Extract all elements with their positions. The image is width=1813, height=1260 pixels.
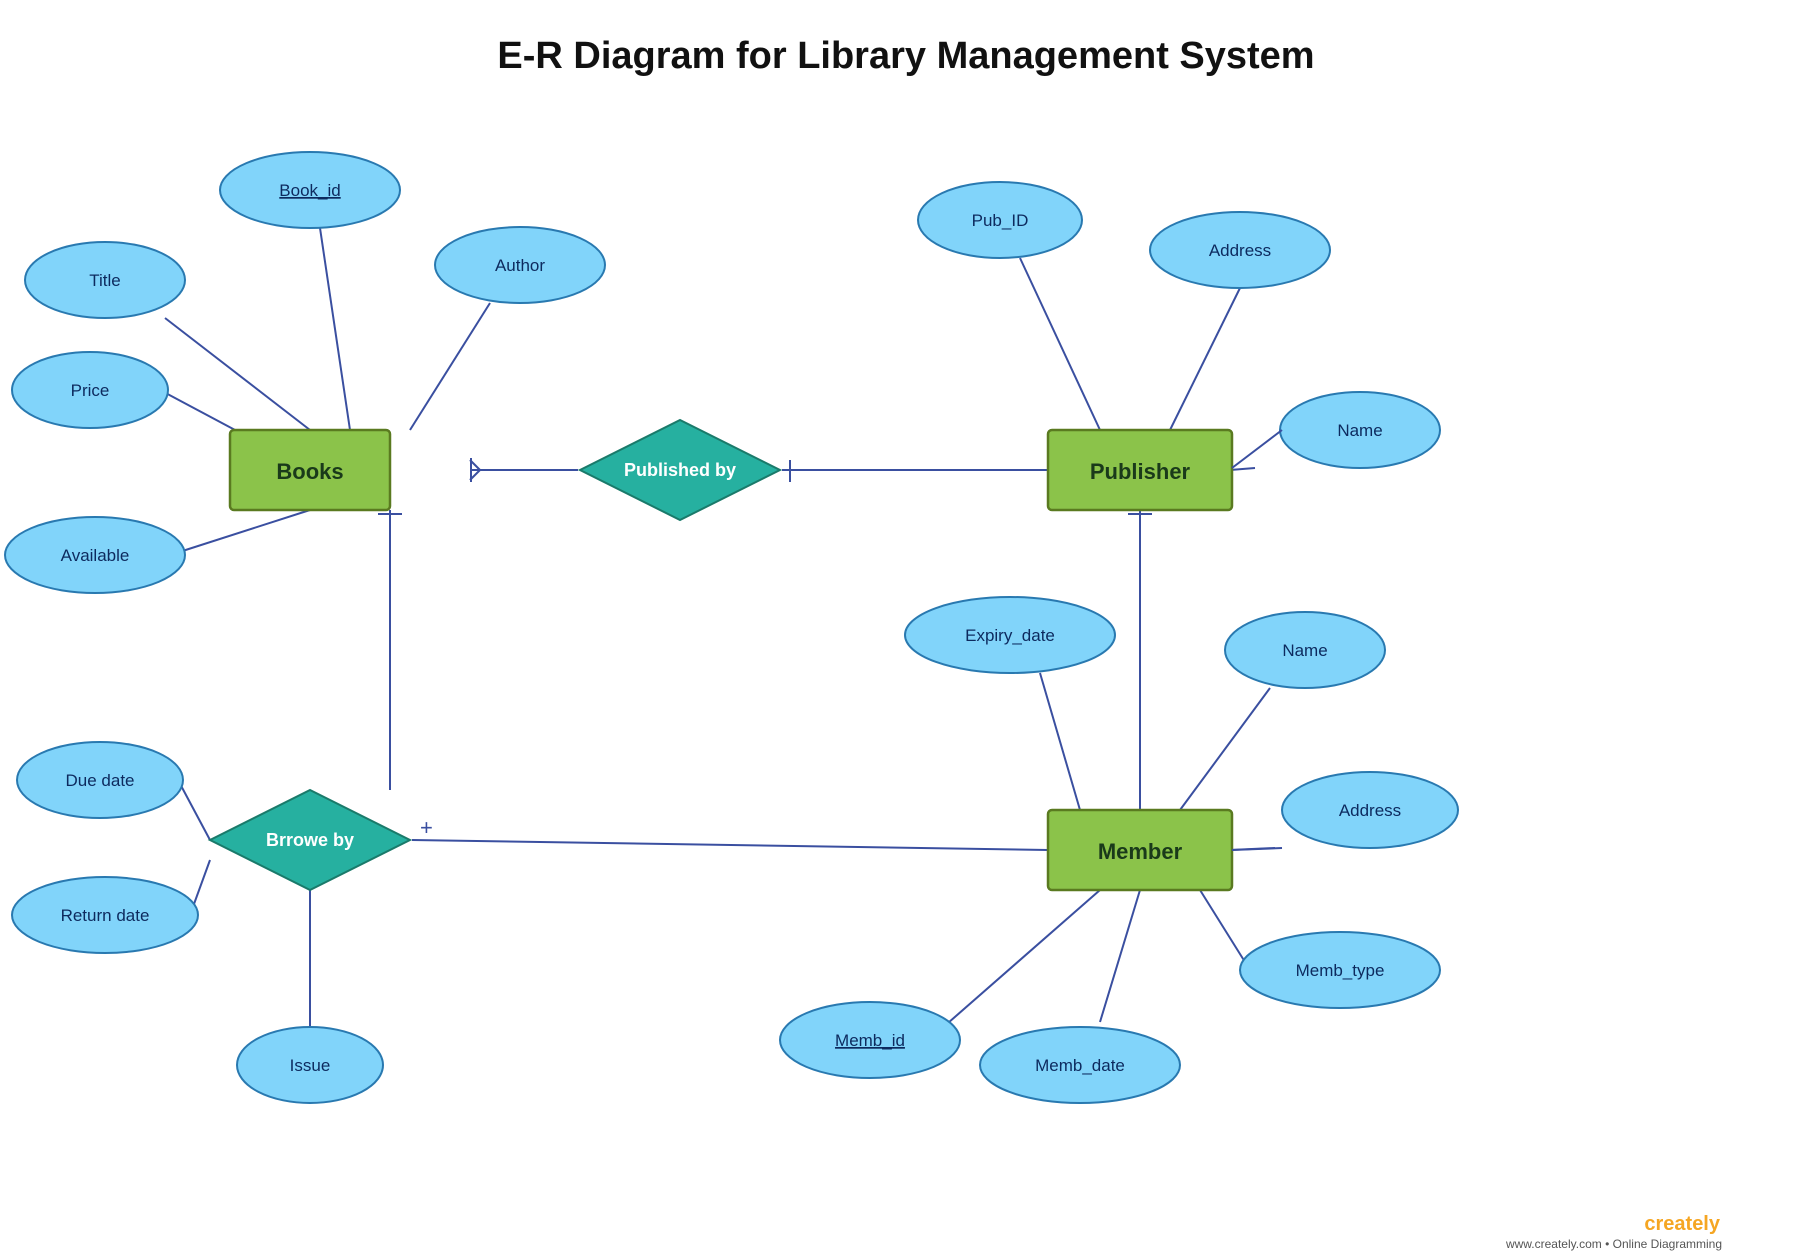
conn-books-bookid	[320, 228, 350, 430]
attr-pub-id-label: Pub_ID	[972, 211, 1029, 230]
entity-publisher-label: Publisher	[1090, 459, 1191, 484]
attr-mem-name-label: Name	[1282, 641, 1327, 660]
conn-mem-name	[1180, 688, 1270, 810]
entity-member-label: Member	[1098, 839, 1183, 864]
conn-pub-address	[1170, 288, 1240, 430]
watermark-creately: creately	[1644, 1213, 1720, 1235]
attr-return-date-label: Return date	[61, 906, 150, 925]
attr-mem-address-label: Address	[1339, 801, 1401, 820]
attr-author-label: Author	[495, 256, 545, 275]
plus-brrowe: +	[420, 815, 433, 840]
attr-due-date-label: Due date	[66, 771, 135, 790]
attr-memb-type-label: Memb_type	[1296, 961, 1385, 980]
attr-available-label: Available	[61, 546, 130, 565]
attr-memb-date-label: Memb_date	[1035, 1056, 1125, 1075]
diagram-title: E-R Diagram for Library Management Syste…	[497, 35, 1314, 77]
attr-pub-address-label: Address	[1209, 241, 1271, 260]
conn-pub-name	[1230, 468, 1255, 470]
attr-title-label: Title	[89, 271, 121, 290]
conn-mem-expiry	[1040, 673, 1080, 810]
relation-brrowe-by-label: Brrowe by	[266, 830, 354, 850]
attr-expiry-date-label: Expiry_date	[965, 626, 1055, 645]
attr-pub-name-label: Name	[1337, 421, 1382, 440]
conn-books-title	[165, 318, 310, 430]
conn-pub-pubid	[1020, 258, 1100, 430]
entity-books-label: Books	[276, 459, 343, 484]
conn-mem-membdate	[1100, 890, 1140, 1022]
attr-memb-id-label: Memb_id	[835, 1031, 905, 1050]
relation-published-by-label: Published by	[624, 460, 736, 480]
watermark-sub: www.creately.com • Online Diagramming	[1505, 1237, 1722, 1251]
attr-book-id-label: Book_id	[279, 181, 340, 200]
attr-issue-label: Issue	[290, 1056, 331, 1075]
conn-mem-membid	[940, 890, 1100, 1030]
conn-books-author	[410, 303, 490, 430]
conn-books-available	[170, 510, 310, 555]
conn-brrowe-member	[412, 840, 1048, 850]
conn-brrowe-duedate	[178, 780, 210, 840]
attr-price-label: Price	[71, 381, 110, 400]
conn-mem-membtype	[1200, 890, 1250, 970]
